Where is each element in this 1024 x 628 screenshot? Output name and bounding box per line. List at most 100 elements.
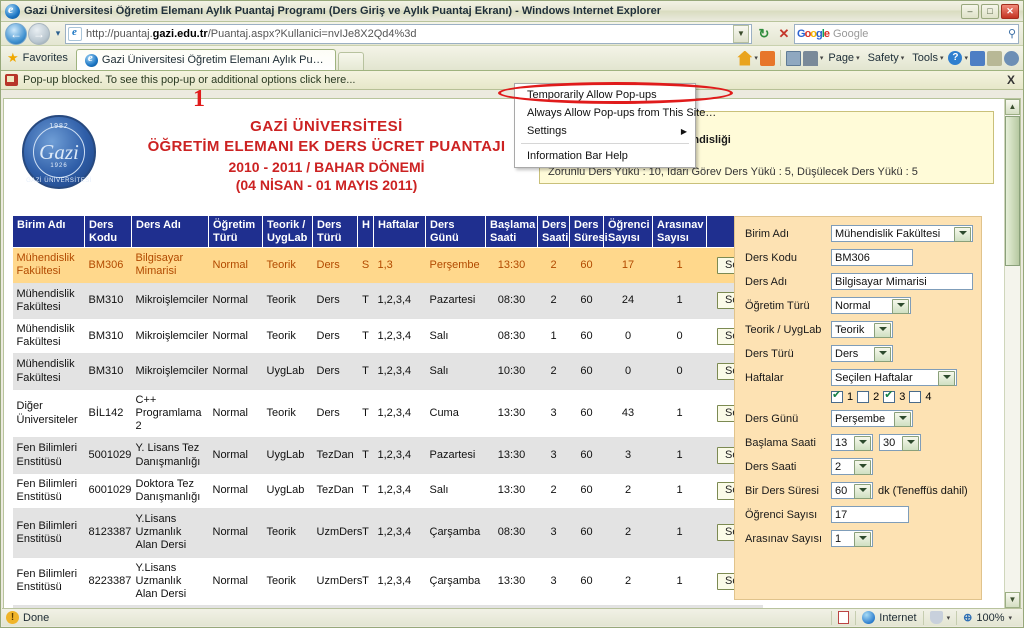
ogretim-turu-select[interactable]: Normal <box>831 297 911 314</box>
menu-item-temporarily-allow[interactable]: Temporarily Allow Pop-ups <box>515 86 695 104</box>
cell-baslama: 10:30 <box>485 353 538 390</box>
protected-mode-caret-icon: ▾ <box>946 614 951 622</box>
week-1-checkbox[interactable] <box>831 389 843 403</box>
print-caret-icon[interactable]: ▾ <box>820 54 824 62</box>
zoom-segment[interactable]: ⊕ 100% ▾ <box>957 609 1018 626</box>
cell-ogrenci: 2 <box>603 557 653 607</box>
field-haftalar: Haftalar Seçilen Haftalar <box>745 369 973 386</box>
birim-adi-value: Mühendislik Fakültesi <box>835 227 941 240</box>
protected-mode-segment[interactable]: ▾ <box>924 609 957 626</box>
recent-pages-caret-icon[interactable]: ▾ <box>51 28 65 39</box>
baslama-hour-select[interactable]: 13 <box>831 434 873 451</box>
chevron-down-icon <box>859 488 867 492</box>
field-arasinav-sayisi: Arasınav Sayısı 1 <box>745 530 973 547</box>
ders-gunu-label: Ders Günü <box>745 412 799 425</box>
menu-item-always-allow[interactable]: Always Allow Pop-ups from This Site… <box>515 104 716 122</box>
haftalar-select[interactable]: Seçilen Haftalar <box>831 369 957 386</box>
table-row[interactable]: Fen Bilimleri Enstitüsü 6001029 Doktora Te… <box>12 473 763 510</box>
ders-adi-input[interactable]: Bilgisayar Mimarisi <box>831 273 973 290</box>
cell-ogrenci: 3 <box>603 437 653 474</box>
scroll-up-icon[interactable]: ▲ <box>1005 99 1020 115</box>
page-menu-button[interactable]: Page ▾ <box>825 52 862 64</box>
scroll-down-icon[interactable]: ▼ <box>1005 592 1020 608</box>
ders-gunu-select[interactable]: Perşembe <box>831 410 913 427</box>
new-tab-button[interactable] <box>337 52 364 70</box>
page-scrollbar[interactable]: ▲ ▼ <box>1004 99 1020 608</box>
annotation-marker-1: 1 <box>193 86 205 112</box>
help-caret-icon[interactable]: ▾ <box>964 54 968 62</box>
url-text: http://puantaj.gazi.edu.tr/Puantaj.aspx?… <box>86 28 733 40</box>
ders-suresi-select[interactable]: 60 <box>831 482 873 499</box>
week-4-checkbox[interactable] <box>909 391 922 403</box>
week-3-label: 3 <box>899 391 906 403</box>
teorik-select[interactable]: Teorik <box>831 321 893 338</box>
infobar-close-icon[interactable]: X <box>1007 73 1019 87</box>
col-ders-gunu: Ders Günü <box>425 214 486 249</box>
col-baslama-saati: Başlama Saati <box>485 214 538 249</box>
home-icon[interactable] <box>737 50 753 66</box>
ders-turu-select[interactable]: Ders <box>831 345 893 362</box>
browser-tab[interactable]: Gazi Üniversitesi Öğretim Elemanı Aylık … <box>75 49 336 70</box>
tools-menu-button[interactable]: Tools ▾ <box>909 52 946 64</box>
read-mail-icon[interactable] <box>785 50 801 66</box>
minimize-button[interactable]: – <box>961 3 979 19</box>
table-row[interactable]: Fen Bilimleri Enstitüsü 5001029 Y. Lisans … <box>12 437 763 474</box>
table-row[interactable]: Fen Bilimleri Enstitüsü 8123387 Y.Lisans U… <box>12 508 763 558</box>
search-input[interactable]: Google Google ⚲ <box>794 23 1019 44</box>
cell-haftalar: 1,2,3,4 <box>373 318 426 355</box>
cell-suresi: 60 <box>569 473 604 510</box>
stop-icon[interactable]: ✕ <box>774 24 794 44</box>
address-dropdown-icon[interactable]: ▼ <box>733 24 749 43</box>
table-row[interactable]: Mühendislik Fakültesi BM306 Bilgisayar Mim… <box>12 247 763 284</box>
ders-kodu-input[interactable]: BM306 <box>831 249 913 266</box>
cell-ad: Doktora Tez Danışmanlığı <box>131 473 209 510</box>
zoom-icon: ⊕ <box>963 612 973 624</box>
menu-item-help-label: Information Bar Help <box>527 150 628 162</box>
submenu-arrow-icon: ▶ <box>680 126 687 136</box>
help-icon[interactable]: ? <box>948 51 963 65</box>
ogrenci-input[interactable]: 17 <box>831 506 909 523</box>
birim-adi-select[interactable]: Mühendislik Fakültesi <box>831 225 973 242</box>
star-icon: ★ <box>7 50 19 65</box>
popup-blocked-infobar[interactable]: Pop-up blocked. To see this pop-up or ad… <box>1 71 1023 90</box>
back-button[interactable]: ← <box>5 22 27 45</box>
cell-baslama: 13:30 <box>485 437 538 474</box>
cell-haftalar: 1,2,3,4 <box>373 389 426 439</box>
col-ders-suresi: Ders Süresi <box>569 214 608 249</box>
close-button[interactable]: ✕ <box>1001 3 1019 19</box>
refresh-icon[interactable]: ↻ <box>754 24 774 44</box>
week-3-checkbox[interactable] <box>883 389 896 403</box>
week-4-label: 4 <box>925 391 932 403</box>
table-row[interactable]: Diğer Üniversiteler BİL142 C++ Programlama… <box>12 389 763 439</box>
favorites-button[interactable]: ★ Favorites <box>5 50 76 70</box>
maximize-button[interactable]: □ <box>981 3 999 19</box>
cell-birim: Mühendislik Fakültesi <box>12 318 85 355</box>
feeds-icon[interactable] <box>759 50 775 66</box>
arasinav-select[interactable]: 1 <box>831 530 873 547</box>
menu-item-settings[interactable]: Settings ▶ <box>515 122 695 140</box>
status-zone-segment[interactable]: Internet <box>856 609 922 626</box>
week-2-checkbox[interactable] <box>857 391 870 403</box>
scrollbar-thumb[interactable] <box>1005 116 1020 266</box>
table-row[interactable]: Mühendislik Fakültesi BM310 Mikroişlemcile… <box>12 353 763 390</box>
security-icon[interactable] <box>987 50 1002 66</box>
ders-saati-select[interactable]: 2 <box>831 458 873 475</box>
safety-menu-button[interactable]: Safety ▾ <box>865 52 908 64</box>
table-row[interactable]: Mühendislik Fakültesi BM310 Mikroişlemcile… <box>12 283 763 320</box>
table-row[interactable]: Mühendislik Fakültesi BM310 Mikroişlemcile… <box>12 318 763 355</box>
search-icon[interactable]: ⚲ <box>1008 27 1016 40</box>
table-row[interactable]: Fen Bilimleri Enstitüsü 8223387 Y.Lisans U… <box>12 557 763 607</box>
menu-item-information-bar-help[interactable]: Information Bar Help <box>515 147 695 165</box>
print-icon[interactable] <box>802 50 818 66</box>
cell-dersturu: Ders <box>312 247 358 284</box>
user-icon[interactable] <box>1004 50 1019 66</box>
col-ders-adi: Ders Adı <box>131 214 209 249</box>
forward-button[interactable]: → <box>28 22 50 45</box>
baslama-minute-select[interactable]: 30 <box>879 434 921 451</box>
cell-arasinav: 1 <box>652 437 707 474</box>
ders-adi-label: Ders Adı <box>745 275 788 288</box>
address-input[interactable]: http://puantaj.gazi.edu.tr/Puantaj.aspx?… <box>65 23 752 44</box>
chevron-down-icon <box>899 416 907 420</box>
addon-icon[interactable] <box>970 50 985 66</box>
home-caret-icon[interactable]: ▾ <box>754 54 758 62</box>
